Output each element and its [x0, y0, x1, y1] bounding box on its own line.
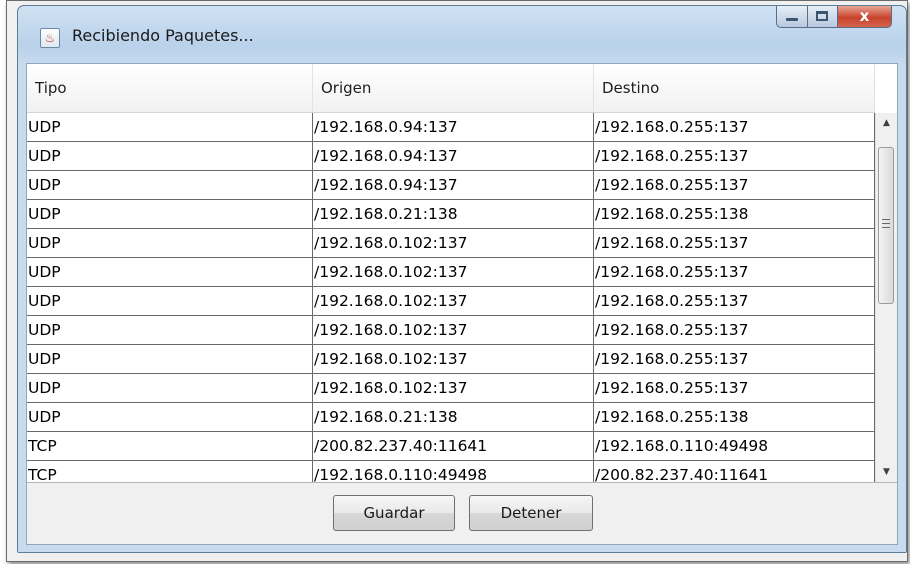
scroll-up-arrow-icon[interactable]: ▲	[876, 113, 897, 133]
table-row[interactable]: UDP/192.168.0.102:137/192.168.0.255:137	[27, 316, 875, 345]
cell-origen[interactable]: /200.82.237.40:11641	[313, 432, 594, 460]
minimize-icon	[786, 18, 798, 21]
table-row[interactable]: UDP/192.168.0.94:137/192.168.0.255:137	[27, 171, 875, 200]
vertical-scrollbar[interactable]: ▲ ▼	[875, 113, 897, 482]
cell-tipo[interactable]: TCP	[27, 461, 313, 482]
cell-destino[interactable]: /192.168.0.255:137	[594, 171, 875, 199]
cell-destino[interactable]: /192.168.0.255:137	[594, 113, 875, 141]
cell-tipo[interactable]: UDP	[27, 142, 313, 170]
cell-origen[interactable]: /192.168.0.102:137	[313, 374, 594, 402]
cell-origen[interactable]: /192.168.0.94:137	[313, 113, 594, 141]
scroll-down-arrow-icon[interactable]: ▼	[876, 462, 897, 482]
cell-origen[interactable]: /192.168.0.102:137	[313, 287, 594, 315]
cell-origen[interactable]: /192.168.0.102:137	[313, 258, 594, 286]
cell-destino[interactable]: /192.168.0.255:137	[594, 345, 875, 373]
cell-tipo[interactable]: UDP	[27, 403, 313, 431]
dialog-window: ♨ Recibiendo Paquetes... x Tipo Origen D…	[17, 5, 907, 553]
stop-button[interactable]: Detener	[469, 495, 593, 531]
table-row[interactable]: TCP/200.82.237.40:11641/192.168.0.110:49…	[27, 432, 875, 461]
cell-origen[interactable]: /192.168.0.21:138	[313, 403, 594, 431]
cell-tipo[interactable]: TCP	[27, 432, 313, 460]
cell-destino[interactable]: /192.168.0.255:137	[594, 142, 875, 170]
cell-destino[interactable]: /192.168.0.255:137	[594, 258, 875, 286]
cell-tipo[interactable]: UDP	[27, 200, 313, 228]
cell-destino[interactable]: /192.168.0.255:138	[594, 200, 875, 228]
cell-destino[interactable]: /192.168.0.110:49498	[594, 432, 875, 460]
screenshot-frame: ♨ Recibiendo Paquetes... x Tipo Origen D…	[6, 0, 908, 562]
java-cup-icon: ♨	[40, 28, 60, 48]
cell-destino[interactable]: /192.168.0.255:137	[594, 287, 875, 315]
maximize-icon	[816, 11, 828, 21]
cell-origen[interactable]: /192.168.0.102:137	[313, 316, 594, 344]
cell-destino[interactable]: /192.168.0.255:137	[594, 374, 875, 402]
table-body: UDP/192.168.0.94:137/192.168.0.255:137 UD…	[27, 113, 875, 482]
cell-origen[interactable]: /192.168.0.94:137	[313, 142, 594, 170]
header-corner	[875, 64, 897, 112]
cell-destino[interactable]: /192.168.0.255:137	[594, 316, 875, 344]
column-header-tipo[interactable]: Tipo	[27, 64, 313, 112]
table-row[interactable]: UDP/192.168.0.102:137/192.168.0.255:137	[27, 287, 875, 316]
cell-tipo[interactable]: UDP	[27, 258, 313, 286]
table-row[interactable]: UDP/192.168.0.94:137/192.168.0.255:137	[27, 142, 875, 171]
caption-buttons: x	[776, 6, 892, 30]
window-title: Recibiendo Paquetes...	[72, 26, 254, 45]
table-row[interactable]: UDP/192.168.0.21:138/192.168.0.255:138	[27, 200, 875, 229]
column-header-destino[interactable]: Destino	[594, 64, 875, 112]
cell-destino[interactable]: /192.168.0.255:138	[594, 403, 875, 431]
cell-origen[interactable]: /192.168.0.94:137	[313, 171, 594, 199]
cell-tipo[interactable]: UDP	[27, 345, 313, 373]
cell-origen[interactable]: /192.168.0.110:49498	[313, 461, 594, 482]
table-row[interactable]: UDP/192.168.0.21:138/192.168.0.255:138	[27, 403, 875, 432]
content-pane: Tipo Origen Destino UDP/192.168.0.94:137…	[26, 63, 898, 545]
table-row[interactable]: UDP/192.168.0.102:137/192.168.0.255:137	[27, 258, 875, 287]
table-row[interactable]: UDP/192.168.0.102:137/192.168.0.255:137	[27, 229, 875, 258]
scrollbar-thumb[interactable]	[878, 147, 894, 304]
table-header: Tipo Origen Destino	[27, 64, 875, 113]
cell-tipo[interactable]: UDP	[27, 374, 313, 402]
cell-origen[interactable]: /192.168.0.21:138	[313, 200, 594, 228]
cell-tipo[interactable]: UDP	[27, 113, 313, 141]
packet-table: Tipo Origen Destino UDP/192.168.0.94:137…	[27, 64, 897, 483]
title-bar[interactable]: ♨ Recibiendo Paquetes... x	[18, 6, 906, 62]
minimize-button[interactable]	[776, 6, 808, 28]
table-row[interactable]: UDP/192.168.0.94:137/192.168.0.255:137	[27, 113, 875, 142]
cell-tipo[interactable]: UDP	[27, 229, 313, 257]
column-header-origen[interactable]: Origen	[313, 64, 594, 112]
cell-tipo[interactable]: UDP	[27, 316, 313, 344]
cell-origen[interactable]: /192.168.0.102:137	[313, 345, 594, 373]
close-button[interactable]: x	[838, 6, 892, 28]
close-icon: x	[859, 7, 870, 25]
maximize-button[interactable]	[808, 6, 838, 28]
cell-destino[interactable]: /200.82.237.40:11641	[594, 461, 875, 482]
grip-icon	[882, 219, 890, 228]
save-button[interactable]: Guardar	[333, 495, 455, 531]
table-row[interactable]: UDP/192.168.0.102:137/192.168.0.255:137	[27, 374, 875, 403]
cell-tipo[interactable]: UDP	[27, 287, 313, 315]
table-row[interactable]: TCP/192.168.0.110:49498/200.82.237.40:11…	[27, 461, 875, 482]
table-row[interactable]: UDP/192.168.0.102:137/192.168.0.255:137	[27, 345, 875, 374]
button-bar: Guardar Detener	[27, 483, 897, 544]
cell-destino[interactable]: /192.168.0.255:137	[594, 229, 875, 257]
cell-tipo[interactable]: UDP	[27, 171, 313, 199]
cell-origen[interactable]: /192.168.0.102:137	[313, 229, 594, 257]
